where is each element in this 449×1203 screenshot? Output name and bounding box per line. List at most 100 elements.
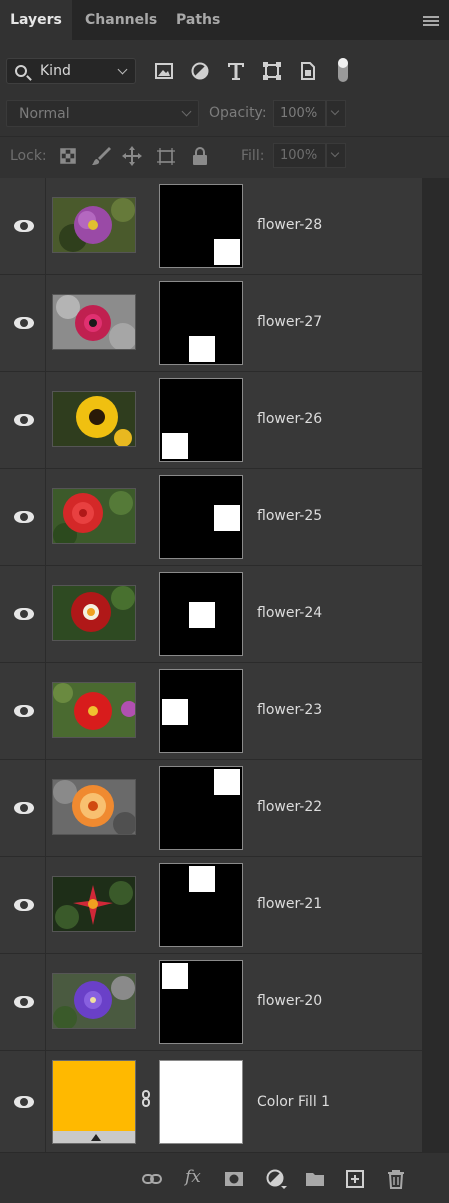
layer-thumbnail[interactable]	[52, 585, 136, 641]
layer-name[interactable]: flower-20	[257, 993, 322, 1009]
blend-mode-label: Normal	[19, 106, 70, 122]
opacity-label: Opacity:	[209, 105, 267, 121]
eye-icon	[14, 705, 34, 717]
layer-mask-thumbnail[interactable]	[159, 1060, 243, 1144]
smart-object-filter-icon[interactable]	[297, 60, 319, 82]
layer-mask-thumbnail[interactable]	[159, 572, 243, 656]
tab-layers[interactable]: Layers	[0, 0, 72, 40]
layer-name[interactable]: flower-27	[257, 314, 322, 330]
eye-icon	[14, 511, 34, 523]
layer-thumbnail[interactable]	[52, 488, 136, 544]
tab-channels[interactable]: Channels	[85, 0, 157, 40]
opacity-input[interactable]: 100%	[273, 100, 326, 127]
fx-icon[interactable]: fx	[185, 1167, 201, 1187]
link-layers-icon[interactable]	[141, 1168, 163, 1190]
opacity-slider-button[interactable]	[326, 100, 346, 127]
layer-thumbnail[interactable]	[52, 391, 136, 447]
chevron-down-icon	[181, 106, 192, 117]
layer-name[interactable]: flower-25	[257, 508, 322, 524]
eye-icon	[14, 414, 34, 426]
filter-toggle-icon[interactable]	[332, 56, 354, 84]
layer-mask-thumbnail[interactable]	[159, 378, 243, 462]
panel-menu-icon[interactable]	[423, 16, 439, 26]
adjustment-filter-icon[interactable]	[189, 60, 211, 82]
layer-row[interactable]: flower-24	[0, 566, 422, 663]
lock-row: Lock: Fill: 100%	[0, 136, 449, 174]
layer-mask-thumbnail[interactable]	[159, 863, 243, 947]
eye-icon	[14, 996, 34, 1008]
panel-tab-bar: Layers Channels Paths	[0, 0, 449, 40]
chevron-down-icon	[330, 148, 340, 158]
layer-row[interactable]: flower-25	[0, 469, 422, 566]
visibility-toggle[interactable]	[0, 1051, 46, 1152]
eye-icon	[14, 1096, 34, 1108]
layer-row[interactable]: flower-28	[0, 178, 422, 275]
shape-filter-icon[interactable]	[261, 60, 283, 82]
mask-link-icon[interactable]	[142, 1090, 152, 1109]
chevron-down-icon	[117, 64, 128, 75]
layer-thumbnail[interactable]	[52, 876, 136, 932]
layer-mask-thumbnail[interactable]	[159, 960, 243, 1044]
layer-mask-thumbnail[interactable]	[159, 184, 243, 268]
fill-slider-button[interactable]	[326, 143, 346, 168]
new-layer-icon[interactable]	[344, 1168, 366, 1190]
layer-row[interactable]: flower-22	[0, 760, 422, 857]
layer-mask-thumbnail[interactable]	[159, 475, 243, 559]
layer-name[interactable]: flower-23	[257, 702, 322, 718]
image-filter-icon[interactable]	[153, 60, 175, 82]
layer-row[interactable]: flower-20	[0, 954, 422, 1051]
visibility-toggle[interactable]	[0, 566, 46, 663]
fill-input[interactable]: 100%	[273, 143, 326, 168]
type-filter-icon[interactable]	[225, 60, 247, 82]
filter-kind-label: Kind	[40, 63, 71, 79]
layer-name[interactable]: flower-24	[257, 605, 322, 621]
lock-label: Lock:	[10, 148, 47, 164]
layer-row[interactable]: flower-27	[0, 275, 422, 372]
layer-mask-thumbnail[interactable]	[159, 281, 243, 365]
layer-mask-thumbnail[interactable]	[159, 669, 243, 753]
visibility-toggle[interactable]	[0, 954, 46, 1051]
blend-mode-select[interactable]: Normal	[6, 100, 199, 127]
blend-row: Normal Opacity: 100%	[0, 94, 449, 134]
visibility-toggle[interactable]	[0, 178, 46, 275]
layer-row[interactable]: flower-21	[0, 857, 422, 954]
layer-name[interactable]: flower-21	[257, 896, 322, 912]
visibility-toggle[interactable]	[0, 372, 46, 469]
layer-thumbnail[interactable]	[52, 779, 136, 835]
panel-bottom-bar: fx	[0, 1152, 449, 1203]
layer-row[interactable]: flower-23	[0, 663, 422, 760]
layer-name[interactable]: flower-28	[257, 217, 322, 233]
eye-icon	[14, 608, 34, 620]
visibility-toggle[interactable]	[0, 275, 46, 372]
visibility-toggle[interactable]	[0, 469, 46, 566]
lock-transparency-icon[interactable]	[57, 145, 79, 167]
add-mask-icon[interactable]	[223, 1168, 245, 1190]
fill-layer-thumbnail[interactable]	[52, 1060, 136, 1144]
visibility-toggle[interactable]	[0, 663, 46, 760]
layer-thumbnail[interactable]	[52, 682, 136, 738]
tab-paths[interactable]: Paths	[176, 0, 220, 40]
lock-artboard-icon[interactable]	[155, 145, 177, 167]
layer-name[interactable]: Color Fill 1	[257, 1094, 330, 1110]
scrollbar-track[interactable]	[422, 178, 449, 1152]
new-adjustment-icon[interactable]	[265, 1168, 287, 1190]
lock-position-icon[interactable]	[121, 145, 143, 167]
lock-image-pixels-icon[interactable]	[90, 145, 112, 167]
layer-thumbnail[interactable]	[52, 973, 136, 1029]
layer-thumbnail[interactable]	[52, 197, 136, 253]
layer-name[interactable]: flower-22	[257, 799, 322, 815]
fill-thumbnail-marker	[91, 1134, 101, 1141]
lock-all-icon[interactable]	[189, 145, 211, 167]
eye-icon	[14, 317, 34, 329]
layer-mask-thumbnail[interactable]	[159, 766, 243, 850]
layer-list: flower-28 flower-27 flower-26 flower-25	[0, 178, 422, 1152]
visibility-toggle[interactable]	[0, 857, 46, 954]
layer-name[interactable]: flower-26	[257, 411, 322, 427]
delete-layer-icon[interactable]	[385, 1168, 407, 1190]
fill-layer-row[interactable]: Color Fill 1	[0, 1051, 422, 1152]
filter-kind-select[interactable]: Kind	[6, 58, 136, 84]
new-group-icon[interactable]	[304, 1168, 326, 1190]
layer-row[interactable]: flower-26	[0, 372, 422, 469]
visibility-toggle[interactable]	[0, 760, 46, 857]
layer-thumbnail[interactable]	[52, 294, 136, 350]
